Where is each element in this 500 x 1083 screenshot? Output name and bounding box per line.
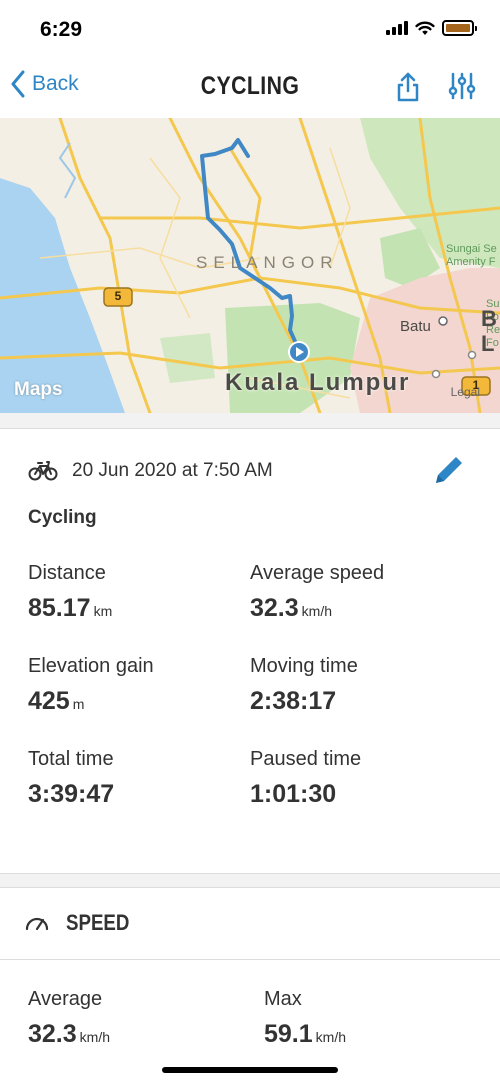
stat-value: 32.3 km/h [28, 1020, 111, 1048]
cellular-signal-icon [386, 21, 408, 35]
stat-label: Average speed [250, 562, 385, 584]
stat-speed-average: Average 32.3 km/h [28, 988, 110, 1049]
stat-unit: km/h [315, 1029, 347, 1045]
wifi-icon [415, 21, 435, 35]
map-label-region: SELANGOR [196, 253, 339, 272]
activity-summary-card: 20 Jun 2020 at 7:50 AM Cycling Distance … [0, 428, 500, 874]
stat-speed-max: Max 59.1 km/h [264, 988, 346, 1049]
stat-label: Distance [28, 562, 106, 584]
status-icons [386, 20, 477, 36]
stat-label: Max [264, 988, 302, 1010]
stat-value: 32.3 km/h [250, 594, 333, 622]
map-label-park: Sungai Se Amenity F [446, 243, 497, 268]
share-button[interactable] [396, 72, 420, 107]
speedometer-icon [25, 917, 49, 931]
stat-moving-time: Moving time 2:38:17 [250, 655, 358, 716]
stat-label: Average [28, 988, 103, 1010]
activity-type: Cycling [28, 507, 97, 528]
stat-value: 2:38:17 [250, 687, 337, 715]
stat-paused-time: Paused time 1:01:30 [250, 748, 361, 809]
stat-unit: km/h [79, 1029, 111, 1045]
sliders-icon [448, 72, 476, 100]
settings-button[interactable] [448, 72, 476, 105]
pencil-icon [436, 457, 462, 483]
map-label-edge-l: L [481, 331, 495, 356]
status-bar: 6:29 [0, 0, 500, 56]
speed-card: SPEED Average 32.3 km/h Max 59.1 km/h [0, 887, 500, 1083]
stat-label: Total time [28, 748, 114, 770]
map-legal-link[interactable]: Legal [451, 385, 480, 399]
maps-logo: Maps [14, 379, 63, 400]
stat-distance: Distance 85.17 km [28, 562, 112, 623]
stat-value: 1:01:30 [250, 780, 337, 808]
battery-level [446, 24, 470, 32]
stat-label: Paused time [250, 748, 362, 770]
speed-section-header[interactable]: SPEED [0, 888, 500, 960]
stat-value: 59.1 km/h [264, 1020, 347, 1048]
speed-section-title: SPEED [66, 910, 130, 935]
stat-label: Elevation gain [28, 655, 154, 677]
stat-unit: m [72, 696, 85, 712]
stat-value: 85.17 km [28, 594, 113, 622]
stat-average-speed: Average speed 32.3 km/h [250, 562, 384, 623]
stat-value: 425 m [28, 687, 85, 715]
map-label-town: Batu [400, 318, 431, 335]
map-label-edge-b: B [481, 306, 497, 331]
bicycle-icon [28, 461, 58, 481]
chevron-left-icon [11, 70, 25, 98]
route-shield-5: 5 [114, 289, 122, 303]
battery-icon [442, 20, 477, 36]
home-indicator[interactable] [162, 1067, 338, 1073]
stat-total-time: Total time 3:39:47 [28, 748, 114, 809]
status-time: 6:29 [40, 18, 83, 41]
stat-unit: km [93, 603, 113, 619]
stat-elevation-gain: Elevation gain 425 m [28, 655, 154, 716]
map-label-city: Kuala Lumpur [225, 369, 411, 396]
share-icon [397, 72, 419, 102]
route-map[interactable]: Sungai Se Amenity F Su Fo Re Fo SELANGOR… [0, 118, 500, 413]
nav-bar: Back CYCLING [0, 56, 500, 118]
stat-unit: km/h [301, 603, 333, 619]
stat-value: 3:39:47 [28, 780, 115, 808]
stat-label: Moving time [250, 655, 358, 677]
activity-date: 20 Jun 2020 at 7:50 AM [72, 460, 273, 481]
edit-button[interactable] [432, 453, 466, 492]
